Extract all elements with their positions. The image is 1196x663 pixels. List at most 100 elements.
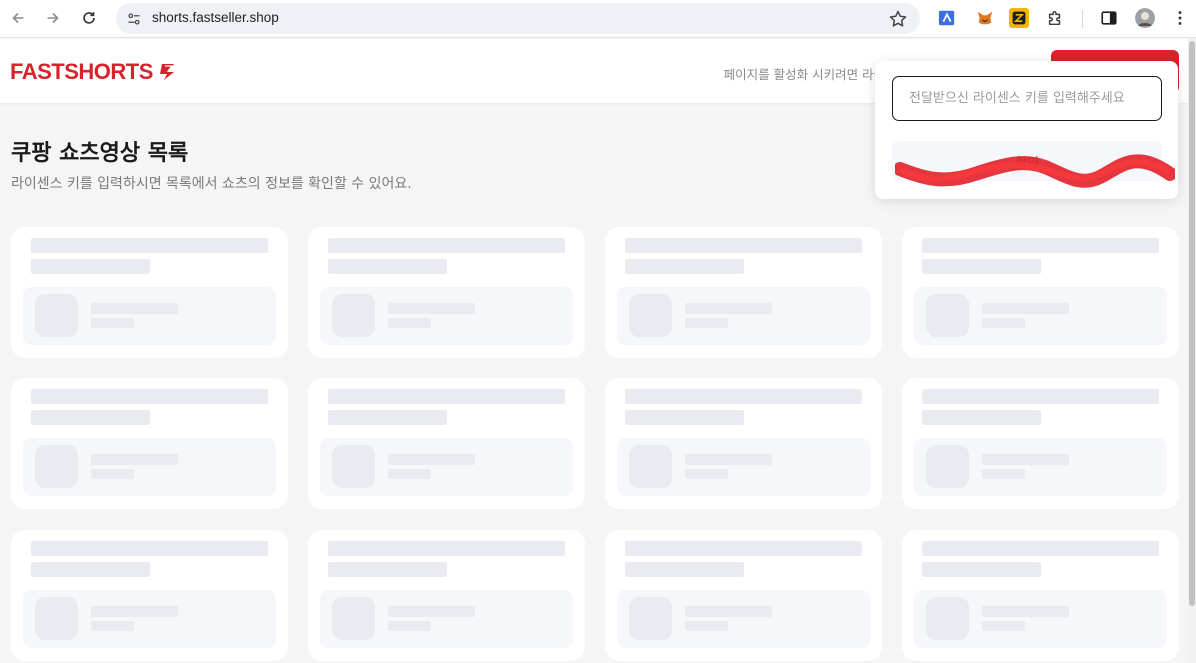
- logo-mark-icon: [159, 64, 174, 80]
- puzzle-extensions-icon[interactable]: [1045, 8, 1065, 28]
- skeleton-product: [617, 438, 870, 496]
- license-key-input[interactable]: [892, 76, 1162, 121]
- skeleton-thumbnail: [332, 445, 375, 488]
- back-button[interactable]: [6, 6, 30, 30]
- skeleton-line: [388, 606, 475, 617]
- site-settings-icon[interactable]: [124, 9, 144, 29]
- skeleton-thumbnail: [332, 597, 375, 640]
- skeleton-line: [625, 259, 744, 274]
- skeleton-line: [625, 389, 862, 404]
- skeleton-product: [914, 438, 1167, 496]
- skeleton-card: [308, 378, 585, 509]
- skeleton-line: [685, 454, 772, 465]
- address-bar[interactable]: shorts.fastseller.shop: [116, 3, 920, 34]
- skeleton-thumbnail: [926, 294, 969, 337]
- skeleton-line: [982, 318, 1025, 328]
- skeleton-card: [605, 378, 882, 509]
- logo-text: FASTSHORTS: [10, 59, 153, 84]
- skeleton-line: [685, 621, 728, 631]
- extension-yellow-icon[interactable]: [1009, 8, 1029, 28]
- browser-toolbar: shorts.fastseller.shop: [0, 0, 1196, 38]
- skeleton-product: [914, 590, 1167, 648]
- skeleton-product: [23, 590, 276, 648]
- skeleton-line: [922, 410, 1041, 425]
- skeleton-product: [320, 590, 573, 648]
- skeleton-line: [91, 318, 134, 328]
- skeleton-card: [902, 227, 1179, 358]
- skeleton-product: [617, 590, 870, 648]
- skeleton-thumbnail: [629, 445, 672, 488]
- skeleton-line: [388, 469, 431, 479]
- scrollbar-thumb[interactable]: [1189, 41, 1195, 606]
- skeleton-line: [91, 621, 134, 631]
- skeleton-card: [902, 378, 1179, 509]
- metamask-fox-icon[interactable]: [975, 8, 995, 28]
- skeleton-line: [625, 541, 862, 556]
- skeleton-line: [388, 454, 475, 465]
- skeleton-line: [625, 238, 862, 253]
- skeleton-line: [982, 606, 1069, 617]
- skeleton-line: [922, 562, 1041, 577]
- skeleton-product: [914, 287, 1167, 345]
- skeleton-line: [685, 303, 772, 314]
- skeleton-line: [922, 238, 1159, 253]
- skeleton-line: [388, 303, 475, 314]
- skeleton-thumbnail: [332, 294, 375, 337]
- skeleton-line: [91, 606, 178, 617]
- skeleton-product: [617, 287, 870, 345]
- profile-avatar[interactable]: [1135, 8, 1155, 28]
- skeleton-line: [328, 259, 447, 274]
- skeleton-line: [91, 454, 178, 465]
- skeleton-product: [320, 438, 573, 496]
- scrollbar[interactable]: [1188, 39, 1196, 663]
- skeleton-card: [605, 530, 882, 661]
- skeleton-thumbnail: [35, 597, 78, 640]
- skeleton-line: [685, 606, 772, 617]
- reload-icon: [83, 12, 95, 24]
- skeleton-line: [328, 389, 565, 404]
- page-title: 쿠팡 쇼츠영상 목록: [11, 141, 189, 166]
- browser-menu-icon[interactable]: [1170, 8, 1190, 28]
- skeleton-line: [328, 410, 447, 425]
- skeleton-line: [31, 389, 268, 404]
- skeleton-product: [23, 287, 276, 345]
- skeleton-line: [625, 562, 744, 577]
- extension-blue-icon[interactable]: [937, 8, 957, 28]
- skeleton-line: [625, 410, 744, 425]
- skeleton-thumbnail: [35, 294, 78, 337]
- skeleton-line: [31, 562, 150, 577]
- skeleton-card: [902, 530, 1179, 661]
- skeleton-product: [320, 287, 573, 345]
- skeleton-line: [982, 454, 1069, 465]
- brand-logo[interactable]: FASTSHORTS: [10, 59, 176, 85]
- skeleton-line: [982, 303, 1069, 314]
- reload-button[interactable]: [77, 6, 101, 30]
- url-text: shorts.fastseller.shop: [152, 10, 279, 25]
- skeleton-line: [91, 303, 178, 314]
- skeleton-line: [91, 469, 134, 479]
- skeleton-line: [31, 238, 268, 253]
- forward-button[interactable]: [41, 6, 65, 30]
- side-panel-icon[interactable]: [1099, 8, 1119, 28]
- skeleton-card: [308, 530, 585, 661]
- skeleton-thumbnail: [629, 597, 672, 640]
- skeleton-line: [922, 541, 1159, 556]
- bookmark-star-icon[interactable]: [888, 9, 908, 29]
- skeleton-line: [922, 389, 1159, 404]
- license-popover: 확인: [875, 61, 1178, 199]
- skeleton-line: [328, 541, 565, 556]
- arrow-left-icon: [12, 12, 24, 24]
- skeleton-card: [11, 378, 288, 509]
- skeleton-card: [11, 530, 288, 661]
- skeleton-line: [31, 259, 150, 274]
- skeleton-thumbnail: [35, 445, 78, 488]
- toolbar-divider: [1082, 10, 1083, 28]
- skeleton-line: [328, 562, 447, 577]
- skeleton-line: [982, 469, 1025, 479]
- skeleton-line: [685, 318, 728, 328]
- confirm-button[interactable]: 확인: [892, 141, 1162, 181]
- skeleton-thumbnail: [926, 445, 969, 488]
- skeleton-line: [388, 621, 431, 631]
- skeleton-line: [31, 541, 268, 556]
- skeleton-product: [23, 438, 276, 496]
